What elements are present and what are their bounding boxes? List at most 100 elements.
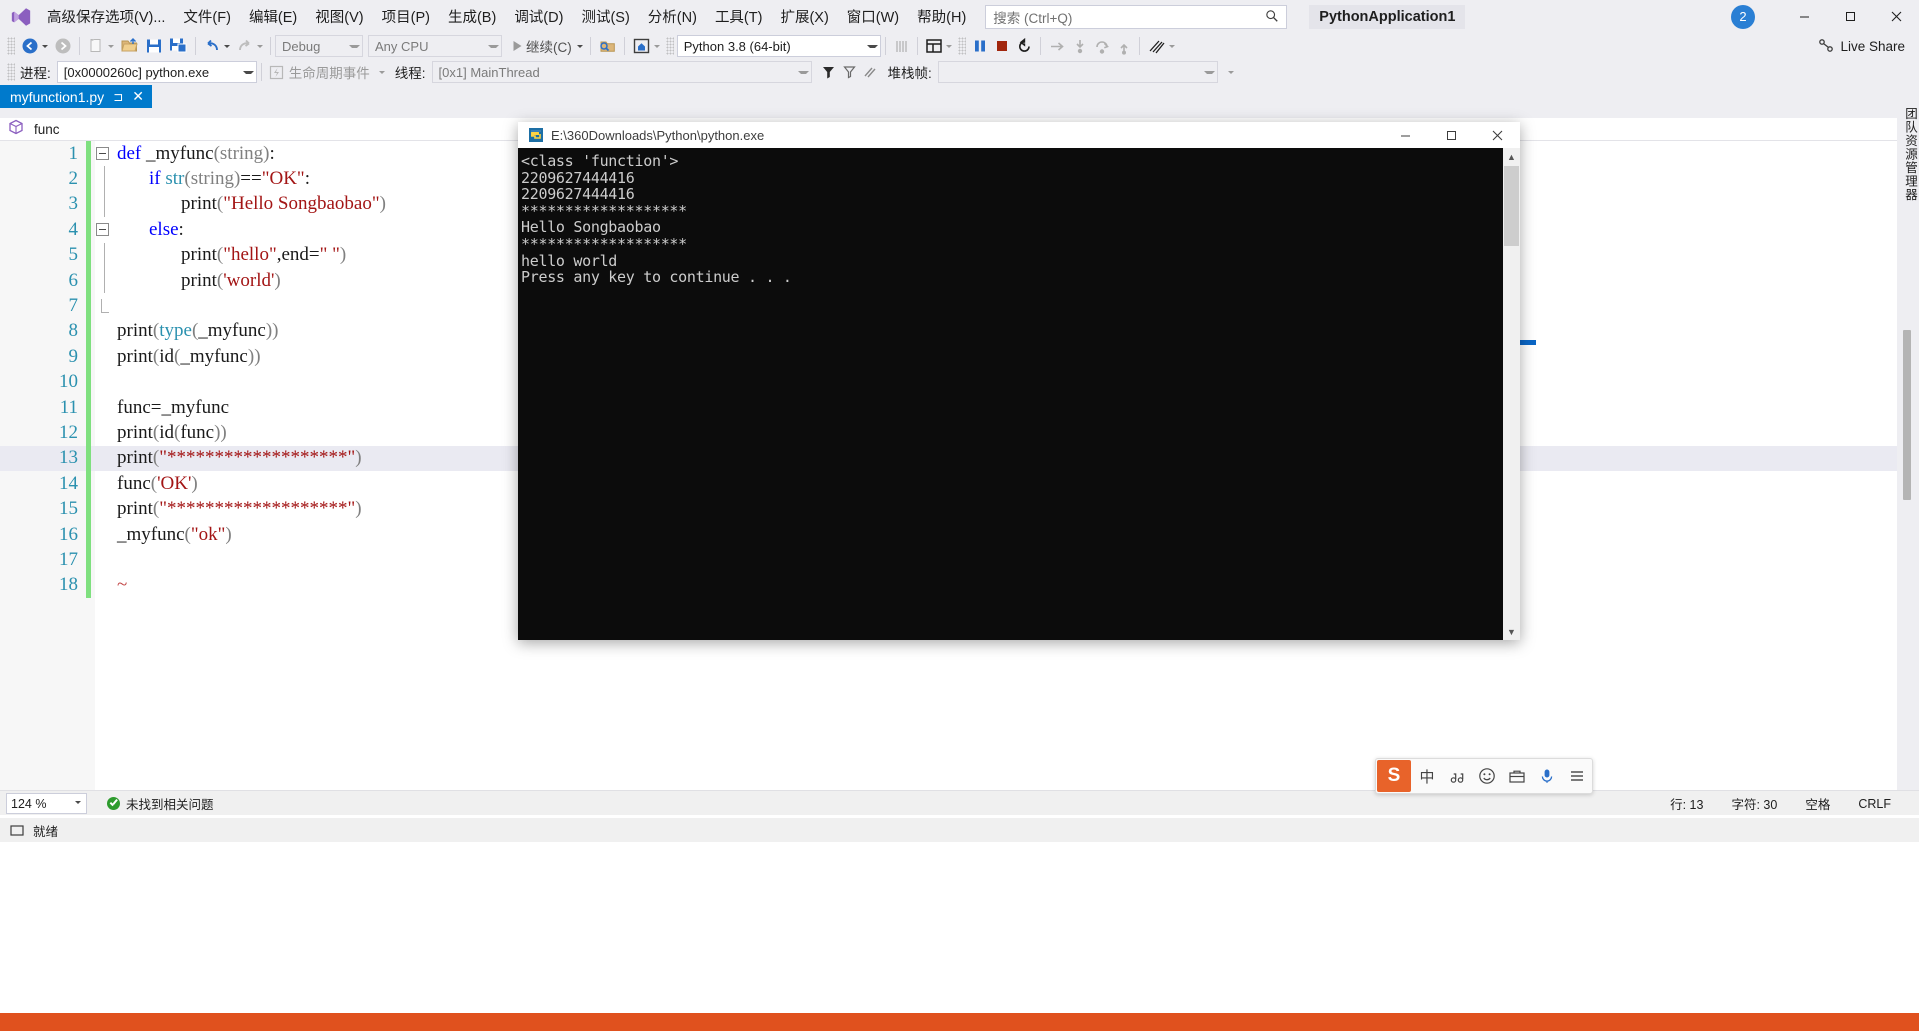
stackframe-select[interactable] xyxy=(937,61,1218,83)
hot-reload-caret-icon[interactable] xyxy=(1168,44,1175,48)
step-into-button[interactable] xyxy=(1069,35,1091,57)
fold-column[interactable] xyxy=(91,147,113,161)
line-text: else: xyxy=(113,219,184,241)
menu-item-build[interactable]: 生成(B) xyxy=(439,2,505,31)
save-button[interactable] xyxy=(142,35,166,57)
zoom-level-select[interactable]: 124 % xyxy=(6,793,87,814)
account-badge[interactable]: 2 xyxy=(1731,4,1755,29)
step-over-button[interactable] xyxy=(1091,35,1113,57)
ime-toolbar[interactable]: S 中 xyxy=(1375,758,1593,794)
solution-platform-select[interactable]: Any CPU xyxy=(368,35,502,57)
home-button[interactable] xyxy=(629,35,663,57)
continue-button[interactable]: 继续(C) xyxy=(507,35,586,57)
toolbar-grip[interactable] xyxy=(7,63,15,81)
step-out-button[interactable] xyxy=(1113,35,1135,57)
ime-mode-button[interactable]: 中 xyxy=(1412,760,1442,792)
code-token: : xyxy=(304,168,310,190)
console-titlebar[interactable]: E:\360Downloads\Python\python.exe xyxy=(518,122,1520,149)
window-layout-button[interactable] xyxy=(922,35,955,57)
redo-caret-icon[interactable] xyxy=(257,44,263,48)
scroll-down-icon[interactable]: ▼ xyxy=(1503,623,1520,640)
live-share-button[interactable]: Live Share xyxy=(1818,38,1905,54)
editor-vertical-scrollbar-thumb[interactable] xyxy=(1903,330,1911,500)
menu-item-debug[interactable]: 调试(D) xyxy=(505,2,572,31)
home-caret-icon[interactable] xyxy=(653,44,660,48)
console-scrollbar-thumb[interactable] xyxy=(1504,166,1519,246)
attach-process-button[interactable] xyxy=(595,35,620,57)
open-file-button[interactable] xyxy=(117,35,142,57)
punctuation-icon[interactable] xyxy=(1442,760,1472,792)
tab-myfunction1[interactable]: myfunction1.py ⊐ ✕ xyxy=(0,85,152,108)
issues-summary[interactable]: 未找到相关问题 xyxy=(107,794,214,813)
collapse-icon[interactable] xyxy=(95,147,109,161)
fold-column[interactable] xyxy=(91,223,113,237)
lifecycle-events-button[interactable] xyxy=(266,61,287,83)
filter-button[interactable] xyxy=(818,61,839,83)
menu-item-edit[interactable]: 编辑(E) xyxy=(240,2,306,31)
lifecycle-caret-icon[interactable] xyxy=(378,70,385,74)
squiggle-button[interactable] xyxy=(860,61,882,83)
undo-caret-icon[interactable] xyxy=(224,44,230,48)
menu-item-file[interactable]: 文件(F) xyxy=(174,2,240,31)
toolbar-grip[interactable] xyxy=(665,37,674,55)
navigate-back-caret-icon[interactable] xyxy=(42,44,48,48)
collapse-icon[interactable] xyxy=(95,223,109,237)
window-close-button[interactable] xyxy=(1873,0,1919,33)
python-interpreter-select[interactable]: Python 3.8 (64-bit) xyxy=(676,35,881,57)
window-layout-caret-icon[interactable] xyxy=(945,44,952,48)
break-all-button[interactable] xyxy=(969,35,991,57)
microphone-icon[interactable] xyxy=(1532,760,1562,792)
thread-select[interactable]: [0x1] MainThread xyxy=(431,61,812,83)
stop-debugging-button[interactable] xyxy=(991,35,1013,57)
navigate-back-button[interactable] xyxy=(18,35,51,57)
flag-button[interactable] xyxy=(839,61,860,83)
python-console-window[interactable]: E:\360Downloads\Python\python.exe <class… xyxy=(518,122,1520,640)
change-bar xyxy=(86,521,91,548)
code-token: "*******************" xyxy=(159,498,356,520)
toolbar-grip[interactable] xyxy=(957,37,966,55)
play-icon xyxy=(513,41,522,51)
undo-button[interactable] xyxy=(200,35,233,57)
menu-item-test[interactable]: 测试(S) xyxy=(572,2,638,31)
line-text: print("*******************") xyxy=(113,498,362,520)
redo-button[interactable] xyxy=(233,35,266,57)
menu-item-0[interactable]: 高级保存选项(V)... xyxy=(38,2,174,31)
pin-icon[interactable]: ⊐ xyxy=(113,90,123,104)
show-next-statement-button[interactable] xyxy=(1045,35,1069,57)
toolbar-grip[interactable] xyxy=(7,37,15,55)
process-select[interactable]: [0x0000260c] python.exe xyxy=(56,61,257,83)
window-maximize-button[interactable] xyxy=(1827,0,1873,33)
indent-guide xyxy=(104,166,105,192)
new-item-button[interactable] xyxy=(84,35,117,57)
menu-item-analyze[interactable]: 分析(N) xyxy=(639,2,706,31)
hamburger-menu-icon[interactable] xyxy=(1562,760,1592,792)
menu-item-extensions[interactable]: 扩展(X) xyxy=(771,2,837,31)
code-token: ~ xyxy=(117,574,128,596)
menu-item-project[interactable]: 项目(P) xyxy=(373,2,439,31)
navigate-forward-button[interactable] xyxy=(51,35,75,57)
menu-item-help[interactable]: 帮助(H) xyxy=(908,2,975,31)
menu-item-window[interactable]: 窗口(W) xyxy=(838,2,908,31)
search-input[interactable]: 搜索 (Ctrl+Q) xyxy=(985,4,1288,29)
hot-reload-button[interactable] xyxy=(1144,35,1178,57)
solution-configuration-select[interactable]: Debug xyxy=(275,35,363,57)
console-close-button[interactable] xyxy=(1474,122,1520,148)
continue-caret-icon[interactable] xyxy=(576,44,583,48)
close-icon[interactable]: ✕ xyxy=(132,88,144,105)
console-maximize-button[interactable] xyxy=(1428,122,1474,148)
menu-item-tools[interactable]: 工具(T) xyxy=(706,2,772,31)
sogou-logo-icon[interactable]: S xyxy=(1377,760,1411,792)
menu-item-view[interactable]: 视图(V) xyxy=(306,2,372,31)
toolbox-icon[interactable] xyxy=(1502,760,1532,792)
console-scrollbar[interactable]: ▲ ▼ xyxy=(1503,148,1520,640)
toggle-breakpoint-button[interactable] xyxy=(890,35,913,57)
save-all-button[interactable] xyxy=(166,35,191,57)
scroll-up-icon[interactable]: ▲ xyxy=(1503,148,1520,165)
window-minimize-button[interactable] xyxy=(1781,0,1827,33)
restart-button[interactable] xyxy=(1013,35,1036,57)
console-minimize-button[interactable] xyxy=(1382,122,1428,148)
new-item-caret-icon[interactable] xyxy=(108,44,114,48)
overflow-caret-icon[interactable] xyxy=(1227,70,1234,74)
console-output-area[interactable]: <class 'function'> 2209627444416 2209627… xyxy=(518,148,1520,640)
emoji-icon[interactable] xyxy=(1472,760,1502,792)
